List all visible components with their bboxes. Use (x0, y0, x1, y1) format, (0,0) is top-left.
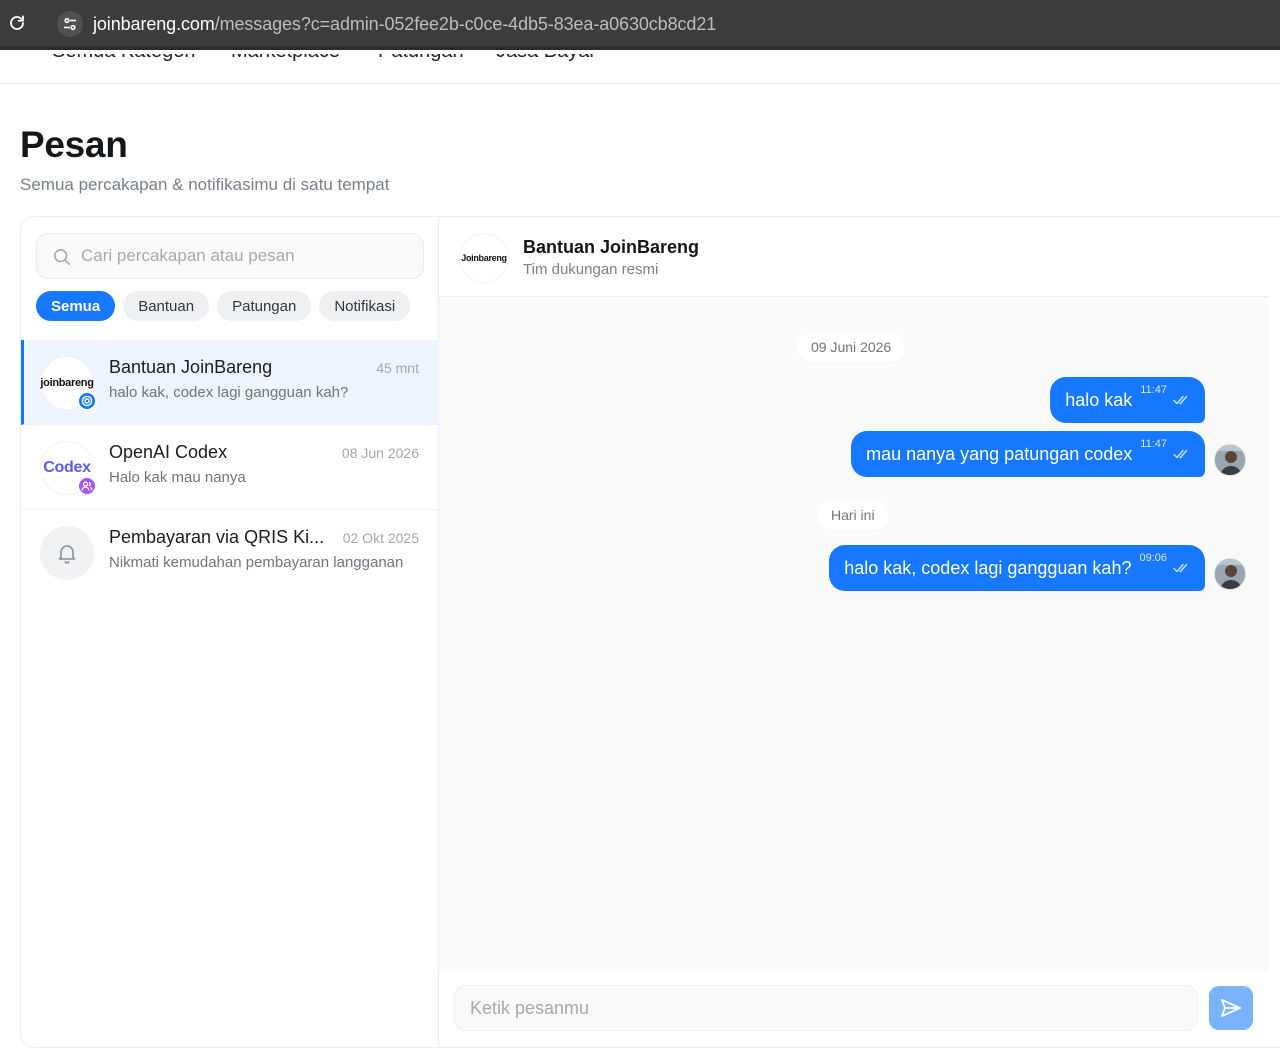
message-time: 09:06 (1139, 552, 1167, 564)
browser-address-bar: joinbareng.com/messages?c=admin-052fee2b… (0, 0, 1280, 50)
conversation-preview: halo kak, codex lagi gangguan kah? (109, 384, 349, 401)
conversation-name: OpenAI Codex (109, 442, 228, 462)
codex-logo: Codex (43, 459, 91, 476)
bell-icon (58, 545, 76, 564)
conversation-list: joinbareng Bantuan JoinBareng 45 mnt hal… (21, 340, 439, 595)
message-thread: 09 Juni 2026 halo kak 11:47 mau nanya ya… (439, 297, 1269, 971)
date-separator: Hari ini (817, 501, 889, 529)
message-text: halo kak, codex lagi gangguan kah? (844, 557, 1132, 578)
message-time: 11:47 (1140, 438, 1167, 450)
conversation-name: Bantuan JoinBareng (109, 357, 273, 377)
site-nav: Semua Kategori Marketplace Patungan Jasa… (0, 54, 1280, 84)
date-separator: 09 Juni 2026 (797, 333, 906, 361)
message-bubble[interactable]: halo kak 11:47 (1050, 377, 1205, 423)
user-avatar (1214, 444, 1246, 476)
messages-card: Semua Bantuan Patungan Notifikasi joinba… (20, 216, 1280, 1048)
filter-semua[interactable]: Semua (36, 291, 116, 321)
message-bubble[interactable]: mau nanya yang patungan codex 11:47 (851, 431, 1205, 477)
url-host: joinbareng.com (93, 14, 215, 34)
conversation-item-bantuan[interactable]: joinbareng Bantuan JoinBareng 45 mnt hal… (21, 340, 439, 425)
address-url[interactable]: joinbareng.com/messages?c=admin-052fee2b… (93, 14, 716, 35)
conversation-time: 45 mnt (376, 360, 419, 376)
joinbareng-logo: joinbareng (40, 377, 94, 389)
double-check-icon (1173, 395, 1188, 405)
user-avatar (1214, 558, 1246, 590)
message-bubble[interactable]: halo kak, codex lagi gangguan kah? 09:06 (829, 545, 1205, 591)
chat-panel: Joinbareng Bantuan JoinBareng Tim dukung… (439, 217, 1269, 1047)
group-badge-icon (77, 476, 97, 496)
filter-bantuan[interactable]: Bantuan (123, 291, 210, 321)
conversation-name: Pembayaran via QRIS Ki... (109, 527, 325, 547)
joinbareng-logo: Joinbareng (461, 253, 507, 263)
filter-notifikasi[interactable]: Notifikasi (319, 291, 411, 321)
conversation-item-qris[interactable]: Pembayaran via QRIS Ki... 02 Okt 2025 Ni… (21, 510, 439, 595)
site-info-icon[interactable] (57, 11, 83, 37)
filter-tabs: Semua Bantuan Patungan Notifikasi (36, 291, 411, 321)
search-input[interactable] (81, 234, 411, 278)
chat-subtitle: Tim dukungan resmi (523, 261, 659, 278)
message-text: halo kak (1065, 389, 1133, 410)
conversation-time: 08 Jun 2026 (341, 445, 419, 461)
message-input[interactable] (454, 985, 1198, 1031)
chat-title: Bantuan JoinBareng (523, 237, 700, 257)
nav-item-marketplace[interactable]: Marketplace (231, 54, 340, 63)
double-check-icon (1173, 563, 1188, 573)
send-button[interactable] (1209, 986, 1253, 1030)
url-path: /messages?c=admin-052fee2b-c0ce-4db5-83e… (214, 14, 717, 34)
nav-item-patungan[interactable]: Patungan (378, 54, 464, 63)
avatar: Codex (40, 441, 97, 496)
avatar: Joinbareng (459, 233, 509, 283)
send-icon (1221, 999, 1241, 1017)
message-composer (439, 971, 1269, 1047)
page-subtitle: Semua percakapan & notifikasimu di satu … (20, 175, 390, 194)
reload-icon[interactable] (8, 14, 26, 32)
page-title: Pesan (20, 124, 128, 165)
avatar: joinbareng (40, 356, 97, 411)
conversation-time: 02 Okt 2025 (342, 530, 419, 546)
double-check-icon (1173, 449, 1188, 459)
nav-item-kategori[interactable]: Semua Kategori (52, 54, 195, 63)
search-box[interactable] (36, 233, 424, 279)
conversation-item-codex[interactable]: Codex OpenAI Codex 08 Jun 2026 Halo kak … (21, 425, 439, 510)
conversation-preview: Nikmati kemudahan pembayaran langganan (109, 554, 404, 571)
support-badge-icon (77, 391, 97, 411)
chat-header: Joinbareng Bantuan JoinBareng Tim dukung… (439, 217, 1269, 297)
search-icon (53, 248, 71, 266)
nav-item-jasa-bayar[interactable]: Jasa Bayar (496, 54, 596, 63)
message-text: mau nanya yang patungan codex (866, 443, 1133, 464)
message-time: 11:47 (1140, 384, 1167, 396)
conversation-preview: Halo kak mau nanya (109, 469, 246, 486)
conversation-sidebar: Semua Bantuan Patungan Notifikasi joinba… (21, 217, 439, 1047)
avatar (40, 526, 94, 580)
filter-patungan[interactable]: Patungan (217, 291, 312, 321)
